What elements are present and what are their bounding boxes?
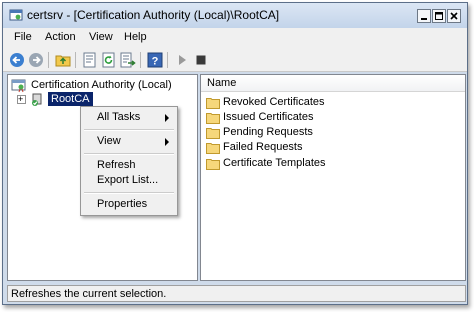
folder-icon — [206, 113, 220, 124]
context-menu-properties[interactable]: Properties — [97, 198, 147, 210]
close-button[interactable] — [447, 9, 461, 23]
menu-action[interactable]: Action — [45, 31, 76, 43]
back-icon[interactable] — [9, 52, 25, 68]
toolbar-separator — [75, 52, 76, 68]
tree-item-rootca[interactable]: RootCA — [48, 92, 93, 106]
menu-bar: File Action View Help — [3, 28, 467, 48]
close-icon — [450, 12, 458, 20]
menu-view[interactable]: View — [89, 31, 113, 43]
context-menu-view[interactable]: View — [97, 135, 121, 147]
context-menu-refresh[interactable]: Refresh — [97, 159, 136, 171]
folder-icon — [206, 143, 220, 154]
title-bar[interactable]: certsrv - [Certification Authority (Loca… — [3, 3, 467, 28]
list-item-label: Issued Certificates — [223, 111, 314, 123]
toolbar-separator — [140, 52, 141, 68]
help-icon[interactable]: ? — [147, 52, 163, 68]
toolbar-separator — [48, 52, 49, 68]
list-item-label: Revoked Certificates — [223, 96, 325, 108]
menu-separator — [84, 129, 174, 131]
main-window: certsrv - [Certification Authority (Loca… — [2, 2, 468, 305]
svg-text:?: ? — [152, 56, 159, 68]
menu-separator — [84, 153, 174, 155]
column-header-label: Name — [207, 77, 237, 89]
submenu-arrow-icon — [165, 138, 169, 146]
properties-icon[interactable] — [82, 52, 98, 68]
context-menu: All Tasks View Refresh Export List... Pr… — [80, 106, 178, 216]
minimize-button[interactable] — [417, 9, 431, 23]
list-item-label: Certificate Templates — [223, 157, 326, 169]
refresh-icon[interactable] — [101, 52, 117, 68]
toolbar: ? — [3, 48, 467, 72]
certification-authority-icon — [11, 79, 26, 93]
folder-icon — [206, 98, 220, 109]
menu-help[interactable]: Help — [124, 31, 147, 43]
play-icon[interactable] — [174, 52, 190, 68]
minimize-icon — [421, 18, 427, 20]
export-list-icon[interactable] — [120, 52, 136, 68]
list-item-label: Failed Requests — [223, 141, 303, 153]
restore-icon — [435, 12, 443, 20]
status-text: Refreshes the current selection. — [11, 288, 167, 300]
ca-server-icon — [32, 93, 42, 106]
tree-root-label[interactable]: Certification Authority (Local) — [31, 79, 172, 91]
folder-icon — [206, 159, 220, 170]
submenu-arrow-icon — [165, 114, 169, 122]
context-menu-export-list[interactable]: Export List... — [97, 174, 158, 186]
certsrv-app-icon — [9, 9, 23, 21]
context-menu-all-tasks[interactable]: All Tasks — [97, 111, 140, 123]
restore-button[interactable] — [432, 9, 446, 23]
up-folder-icon[interactable] — [55, 52, 71, 68]
window-title: certsrv - [Certification Authority (Loca… — [27, 8, 280, 22]
menu-file[interactable]: File — [14, 31, 32, 43]
toolbar-separator — [167, 52, 168, 68]
stop-icon[interactable] — [193, 52, 209, 68]
expand-symbol: + — [18, 94, 24, 104]
list-item-label: Pending Requests — [223, 126, 313, 138]
forward-icon[interactable] — [28, 52, 44, 68]
menu-separator — [84, 192, 174, 194]
tree-expand-toggle[interactable]: + — [17, 94, 26, 104]
column-header-name[interactable]: Name — [201, 75, 465, 92]
folder-icon — [206, 128, 220, 139]
status-bar: Refreshes the current selection. — [7, 285, 466, 302]
results-pane[interactable]: Name Revoked Certificates Issued Certifi… — [200, 74, 466, 281]
